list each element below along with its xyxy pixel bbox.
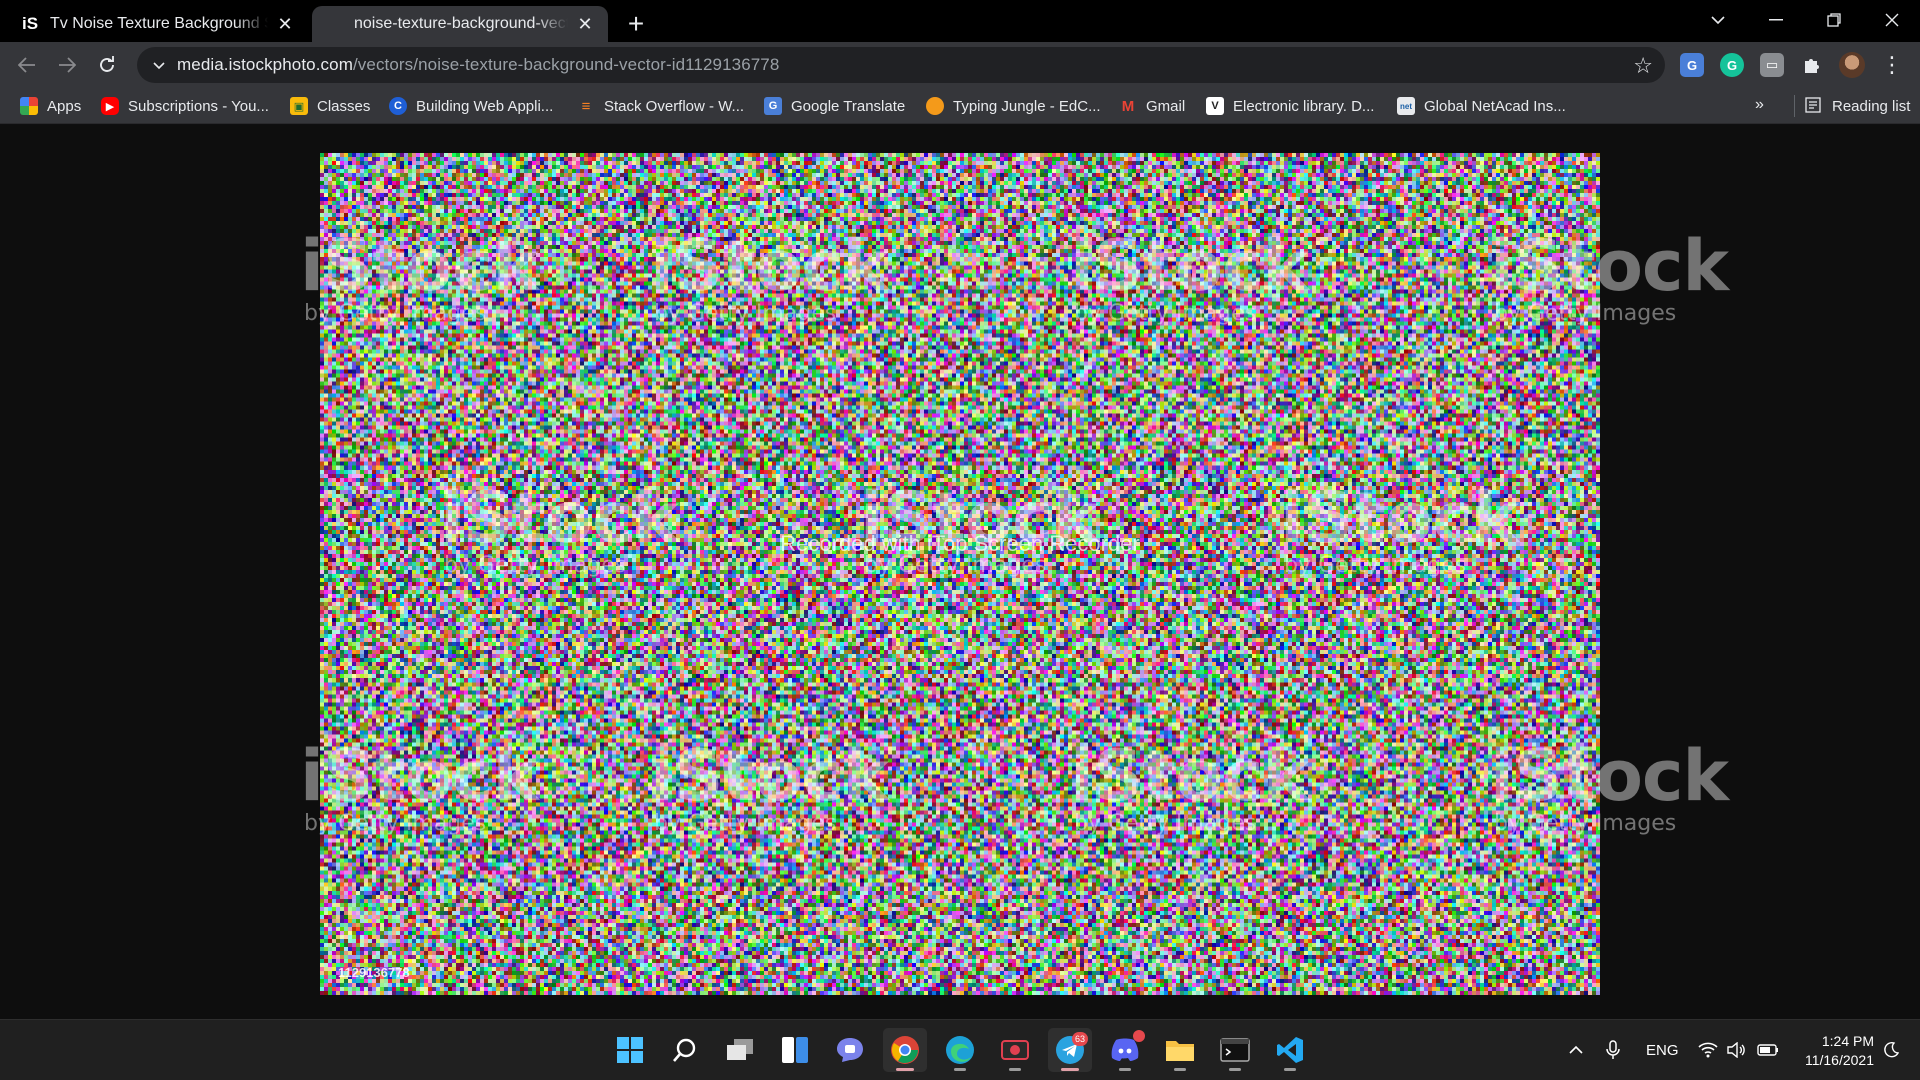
classroom-icon: ▣ xyxy=(290,97,308,115)
terminal-icon[interactable] xyxy=(1213,1028,1257,1072)
focus-assist-moon-icon[interactable] xyxy=(1882,1020,1900,1080)
bookmark-label: Typing Jungle - EdC... xyxy=(953,97,1101,115)
task-view-icon[interactable] xyxy=(718,1028,762,1072)
page-content: iStock by Getty Images iStock by Getty Ima… xyxy=(0,125,1920,1019)
site-info-chevron-icon[interactable] xyxy=(141,57,177,73)
teams-chat-icon[interactable] xyxy=(828,1028,872,1072)
system-clock[interactable]: 1:24 PM 11/16/2021 xyxy=(1794,1032,1874,1070)
stackoverflow-icon: ≡ xyxy=(581,97,591,115)
tab-title: noise-texture-background-vector xyxy=(354,15,568,32)
url-host: media.istockphoto.com xyxy=(177,55,353,74)
bookmark-star-icon[interactable]: ☆ xyxy=(1633,53,1653,79)
bookmark-label: Subscriptions - You... xyxy=(128,97,269,115)
bookmark-label: Building Web Appli... xyxy=(416,97,554,115)
noise-canvas xyxy=(320,153,1600,995)
tray-chevron-icon[interactable] xyxy=(1568,1020,1584,1080)
widgets-icon[interactable] xyxy=(773,1028,817,1072)
bookmark-stackoverflow[interactable]: ≡ Stack Overflow - W... xyxy=(577,95,744,117)
tab-search-chevron-icon[interactable] xyxy=(1690,0,1746,40)
istock-favicon-icon: iS xyxy=(21,14,39,33)
forward-button[interactable] xyxy=(51,49,83,81)
start-icon[interactable] xyxy=(608,1028,652,1072)
discord-icon[interactable] xyxy=(1103,1028,1147,1072)
telegram-icon[interactable]: 63 xyxy=(1048,1028,1092,1072)
tab-title: Tv Noise Texture Background Stock xyxy=(50,15,268,32)
windows-taskbar: 63 ENG 1:24 PM 11/16/2021 xyxy=(0,1019,1920,1080)
google-translate-extension-icon[interactable]: G xyxy=(1680,53,1704,77)
bookmarks-bar: Apps ▶ Subscriptions - You... ▣ Classes … xyxy=(0,88,1920,124)
profile-avatar[interactable] xyxy=(1839,52,1865,78)
reading-list-button[interactable]: Reading list xyxy=(1794,95,1910,117)
edge-icon[interactable] xyxy=(938,1028,982,1072)
netacad-icon: net xyxy=(1397,97,1415,115)
reload-button[interactable] xyxy=(91,49,123,81)
minimize-button[interactable] xyxy=(1748,0,1804,40)
tab-noise-texture[interactable]: noise-texture-background-vector ✕ xyxy=(312,6,608,42)
bookmark-label: Apps xyxy=(47,97,82,115)
language-indicator[interactable]: ENG xyxy=(1646,1020,1679,1080)
bookmark-label: Electronic library. D... xyxy=(1233,97,1375,115)
clock-date: 11/16/2021 xyxy=(1804,1052,1874,1068)
noise-texture-image[interactable]: iStock by Getty Images iStock by Getty Ima… xyxy=(300,153,1729,995)
google-translate-icon: G xyxy=(764,97,782,115)
grammarly-extension-icon[interactable]: G xyxy=(1720,53,1744,77)
restore-button[interactable] xyxy=(1806,0,1862,40)
address-bar[interactable]: media.istockphoto.com/vectors/noise-text… xyxy=(137,47,1665,83)
new-tab-button[interactable]: + xyxy=(620,8,652,40)
file-explorer-icon[interactable] xyxy=(1158,1028,1202,1072)
reading-list-icon xyxy=(1805,97,1823,115)
bookmarks-overflow-button[interactable]: » xyxy=(1755,96,1764,114)
screen-recorder-icon[interactable] xyxy=(993,1028,1037,1072)
browser-toolbar: media.istockphoto.com/vectors/noise-text… xyxy=(0,42,1920,88)
browser-menu-icon[interactable]: ⋮ xyxy=(1881,52,1903,77)
clock-time: 1:24 PM xyxy=(1821,1033,1874,1049)
edclub-icon xyxy=(926,97,944,115)
bookmark-label: Classes xyxy=(317,97,371,115)
gmail-icon: M xyxy=(1121,97,1135,115)
apps-grid-icon xyxy=(20,97,38,115)
vlib-icon: V xyxy=(1206,97,1224,115)
coursera-icon: C xyxy=(389,97,407,115)
bookmark-label: Google Translate xyxy=(791,97,906,115)
bookmark-label: Global NetAcad Ins... xyxy=(1424,97,1566,115)
bookmark-netacad[interactable]: net Global NetAcad Ins... xyxy=(1397,95,1566,117)
wifi-icon[interactable] xyxy=(1698,1020,1718,1080)
microphone-icon[interactable] xyxy=(1606,1020,1620,1080)
bookmark-subscriptions[interactable]: ▶ Subscriptions - You... xyxy=(101,95,269,117)
bookmark-electronic-library[interactable]: V Electronic library. D... xyxy=(1206,95,1374,117)
tab-strip: iS Tv Noise Texture Background Stock ✕ n… xyxy=(0,0,1920,42)
bookmark-google-translate[interactable]: G Google Translate xyxy=(764,95,905,117)
bookmark-typing-jungle[interactable]: Typing Jungle - EdC... xyxy=(926,95,1101,117)
url-text[interactable]: media.istockphoto.com/vectors/noise-text… xyxy=(177,55,779,75)
bookmark-classes[interactable]: ▣ Classes xyxy=(290,95,370,117)
extension-icon[interactable]: ▭ xyxy=(1760,53,1784,77)
youtube-icon: ▶ xyxy=(101,97,119,115)
notification-dot xyxy=(1133,1030,1145,1042)
vscode-icon[interactable] xyxy=(1268,1028,1312,1072)
volume-icon[interactable] xyxy=(1727,1020,1747,1080)
close-icon[interactable]: ✕ xyxy=(574,13,596,35)
close-window-button[interactable] xyxy=(1864,0,1920,40)
image-id-label: 1129136778 xyxy=(338,965,410,980)
bookmark-gmail[interactable]: M Gmail xyxy=(1119,95,1185,117)
recorder-watermark-text: Recorded with iTop Screen Recorder xyxy=(780,531,1140,556)
url-path: /vectors/noise-texture-background-vector… xyxy=(352,55,780,74)
bookmark-building-web[interactable]: C Building Web Appli... xyxy=(389,95,553,117)
search-icon[interactable] xyxy=(663,1028,707,1072)
close-icon[interactable]: ✕ xyxy=(274,13,296,35)
chrome-icon[interactable] xyxy=(883,1028,927,1072)
reading-list-label: Reading list xyxy=(1832,97,1911,115)
tab-istock[interactable]: iS Tv Noise Texture Background Stock ✕ xyxy=(8,6,308,42)
battery-icon[interactable] xyxy=(1757,1020,1779,1080)
extensions-puzzle-icon[interactable] xyxy=(1800,53,1824,77)
back-button[interactable] xyxy=(11,49,43,81)
bookmark-apps[interactable]: Apps xyxy=(20,95,81,117)
bookmark-label: Stack Overflow - W... xyxy=(604,97,745,115)
bookmark-label: Gmail xyxy=(1146,97,1186,115)
telegram-badge: 63 xyxy=(1072,1032,1088,1046)
